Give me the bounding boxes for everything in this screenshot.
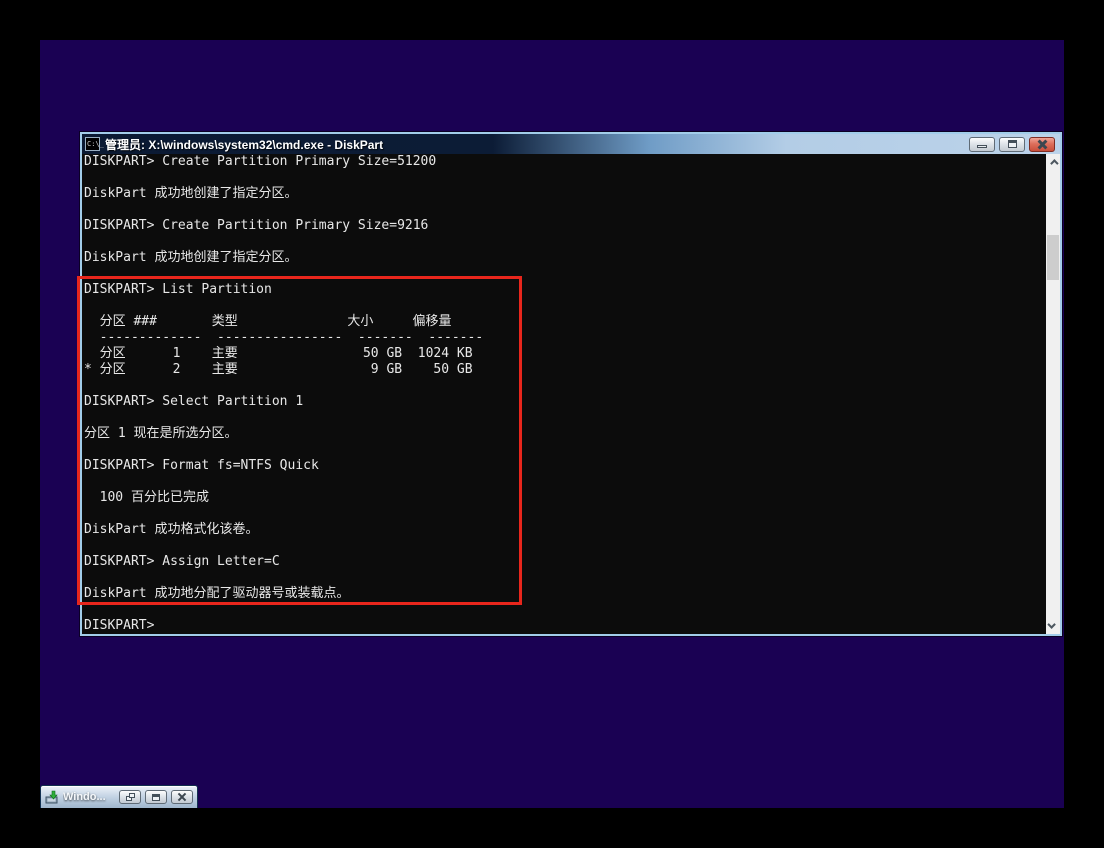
scroll-down-button[interactable] (1046, 618, 1060, 634)
scroll-up-button[interactable] (1046, 154, 1060, 170)
task-restore-button[interactable] (119, 790, 141, 804)
windows-setup-icon (45, 790, 58, 804)
close-icon (1037, 140, 1048, 149)
maximize-icon (152, 793, 160, 801)
winpe-desktop: C:\_ 管理员: X:\windows\system32\cmd.exe - … (40, 40, 1064, 808)
window-controls (969, 136, 1057, 152)
console-line: DISKPART> Create Partition Primary Size=… (84, 218, 429, 233)
restore-icon (125, 793, 135, 801)
chevron-down-icon (1047, 620, 1056, 629)
task-maximize-button[interactable] (145, 790, 167, 804)
close-button[interactable] (1029, 136, 1055, 152)
minimize-icon (977, 145, 987, 148)
annotation-red-box (77, 276, 522, 605)
minimize-button[interactable] (969, 136, 995, 152)
close-icon (178, 793, 187, 801)
console-line: DISKPART> Create Partition Primary Size=… (84, 154, 437, 169)
chevron-up-icon (1050, 159, 1059, 168)
maximize-button[interactable] (999, 136, 1025, 152)
task-close-button[interactable] (171, 790, 193, 804)
taskbar-window-label: Windo... (63, 791, 106, 803)
console-line: DiskPart 成功地创建了指定分区。 (84, 186, 298, 201)
minimized-window-windows-setup[interactable]: Windo... (40, 785, 198, 808)
maximize-icon (1007, 140, 1017, 148)
scrollbar-thumb[interactable] (1047, 235, 1059, 280)
vertical-scrollbar[interactable] (1046, 154, 1060, 634)
titlebar[interactable]: C:\_ 管理员: X:\windows\system32\cmd.exe - … (82, 134, 1060, 154)
console-prompt-line: DISKPART> (84, 618, 155, 633)
window-title: 管理员: X:\windows\system32\cmd.exe - DiskP… (105, 137, 384, 152)
screenshot-stage: C:\_ 管理员: X:\windows\system32\cmd.exe - … (0, 0, 1104, 848)
cmd-icon: C:\_ (85, 137, 104, 151)
console-line: DiskPart 成功地创建了指定分区。 (84, 250, 298, 265)
